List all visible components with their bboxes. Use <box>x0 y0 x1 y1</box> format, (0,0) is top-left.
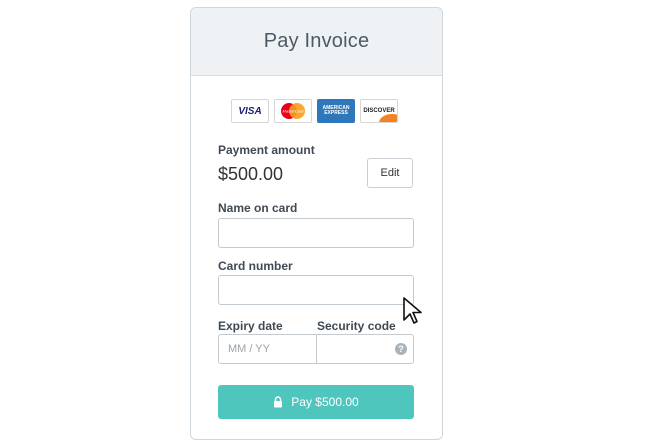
expiry-date-input[interactable]: MM / YY <box>219 335 317 363</box>
amex-logo-text: AMERICAN EXPRESS <box>322 105 350 116</box>
pay-button[interactable]: Pay $500.00 <box>218 385 414 419</box>
expiry-date-label: Expiry date <box>218 319 283 333</box>
visa-logo-text: VISA <box>238 105 262 117</box>
card-number-label: Card number <box>218 259 293 273</box>
payment-amount-label: Payment amount <box>218 143 315 157</box>
discover-logo-text: DISCOVER <box>363 108 395 114</box>
accepted-cards: VISA MasterCard AMERICAN EXPRESS DISCOVE… <box>231 99 398 123</box>
pay-invoice-card: Pay Invoice VISA MasterCard AMERICAN EXP… <box>190 7 443 440</box>
payment-amount-value: $500.00 <box>218 164 284 184</box>
card-header: Pay Invoice <box>191 8 442 76</box>
security-code-input[interactable]: ? <box>317 335 414 363</box>
expiry-security-group: MM / YY ? <box>218 334 414 364</box>
mastercard-logo: MasterCard <box>274 99 312 123</box>
amex-logo: AMERICAN EXPRESS <box>317 99 355 123</box>
mastercard-circles: MasterCard <box>281 103 305 119</box>
name-on-card-label: Name on card <box>218 201 298 215</box>
name-on-card-input[interactable] <box>218 218 414 248</box>
mouse-pointer-icon <box>402 296 426 331</box>
card-number-input[interactable] <box>218 275 414 305</box>
visa-logo: VISA <box>231 99 269 123</box>
svg-text:MasterCard: MasterCard <box>283 109 305 114</box>
lock-icon <box>273 396 283 408</box>
expiry-placeholder: MM / YY <box>228 343 270 355</box>
pay-button-label: Pay $500.00 <box>291 395 359 409</box>
page-title: Pay Invoice <box>263 30 370 52</box>
edit-amount-button[interactable]: Edit <box>367 158 413 188</box>
discover-logo: DISCOVER <box>360 99 398 123</box>
help-icon[interactable]: ? <box>395 343 407 355</box>
security-code-label: Security code <box>317 319 396 333</box>
